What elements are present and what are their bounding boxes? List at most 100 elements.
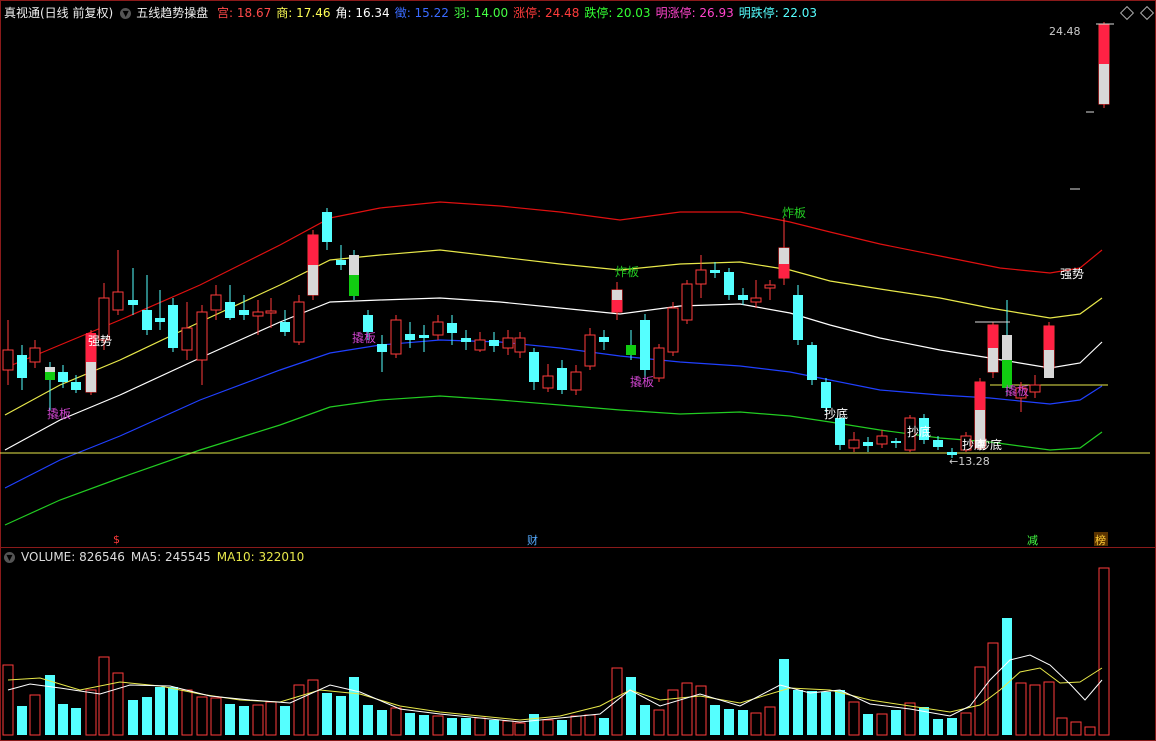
candle-body-39: [542, 375, 554, 389]
candle-body-9: [128, 300, 138, 305]
signal-bar-bottom-0: [86, 362, 96, 392]
volume-bar-3: [45, 675, 55, 735]
signal-bottom-4: 抄底: [978, 437, 1002, 452]
volume-bar-23: [322, 693, 332, 735]
volume-bar-70: [974, 666, 986, 736]
candle-body-16: [225, 302, 235, 318]
signal-board-2: 撬板: [352, 331, 376, 345]
volume-bar-33: [461, 718, 471, 735]
volume-bar-13: [181, 689, 193, 736]
marker-rank: 榜: [1095, 533, 1106, 547]
volume-bar-11: [155, 687, 165, 735]
candle-body-62: [863, 442, 873, 446]
volume-bar-25: [349, 677, 359, 735]
candle-body-43: [599, 337, 609, 342]
volume-bar-42: [584, 714, 596, 736]
candle-body-13: [181, 327, 193, 351]
volume-bar-53: [738, 710, 748, 735]
candle-body-57: [793, 295, 803, 340]
volume-bar-27: [377, 710, 387, 735]
candle-body-12: [168, 305, 178, 348]
signal-board-3: 撬板: [630, 375, 654, 389]
volume-bar-62: [863, 714, 873, 735]
candle-body-2: [29, 347, 41, 363]
candle-body-14: [196, 311, 208, 361]
signal-strong-1: 强势: [88, 334, 112, 348]
volume-bar-51: [710, 705, 720, 735]
candle-body-5: [71, 382, 81, 390]
candle-body-60: [835, 418, 845, 445]
candle-body-1: [17, 355, 27, 378]
volume-bar-31: [432, 715, 444, 736]
signal-bar-top-11: [45, 367, 55, 372]
signal-blast-1: 炸板: [615, 265, 639, 279]
candle-body-34: [474, 339, 486, 351]
signal-blast-2: 炸板: [782, 206, 806, 220]
volume-bar-50: [695, 685, 707, 736]
price-chart[interactable]: 24.48←13.28强势强势撬板撬板撬板撬板炸板炸板抄底抄底抄底抄底$ 财减榜: [0, 0, 1156, 741]
volume-bar-28: [390, 707, 402, 736]
signal-bar-bottom-2: [349, 275, 359, 296]
candle-body-23: [322, 212, 332, 242]
volume-bar-6: [85, 689, 97, 736]
volume-bar-2: [29, 694, 41, 736]
candle-body-19: [265, 310, 277, 314]
signal-board-1: 撬板: [47, 407, 71, 421]
volume-bar-30: [419, 715, 429, 735]
low-price-label: ←13.28: [949, 455, 990, 468]
volume-bar-22: [307, 679, 319, 736]
volume-bar-75: [1043, 681, 1055, 736]
volume-bar-46: [640, 705, 650, 735]
signal-bar-top-3: [612, 290, 622, 300]
candle-body-47: [653, 347, 665, 379]
volume-bar-5: [71, 708, 81, 735]
candle-body-32: [447, 323, 457, 333]
volume-bar-12: [168, 687, 178, 735]
signal-bar-top-9: [1044, 326, 1054, 350]
signal-bar-bottom-10: [1099, 64, 1109, 104]
candle-body-21: [293, 301, 305, 343]
volume-bar-32: [447, 718, 457, 735]
volume-bar-37: [514, 722, 526, 736]
marker-dollar: $: [113, 533, 120, 546]
volume-bar-60: [835, 690, 845, 735]
volume-bar-48: [667, 689, 679, 736]
volume-bar-68: [947, 718, 957, 735]
volume-bar-29: [405, 713, 415, 735]
volume-bar-58: [807, 691, 817, 735]
candle-body-30: [419, 335, 429, 338]
candle-body-67: [933, 440, 943, 447]
volume-bar-18: [252, 704, 264, 736]
volume-bar-4: [58, 704, 68, 735]
volume-bar-21: [293, 684, 305, 736]
candle-body-0: [2, 349, 14, 371]
volume-bar-41: [570, 715, 582, 736]
candle-body-40: [557, 368, 567, 390]
volume-dropdown-icon[interactable]: ▼: [4, 552, 15, 563]
signal-bottom-1: 抄底: [824, 406, 848, 421]
candle-body-48: [667, 307, 679, 353]
signal-bar-top-8: [1002, 335, 1012, 360]
ma10-label: MA10: 322010: [216, 550, 305, 564]
volume-bar-56: [779, 659, 789, 735]
volume-bar-57: [793, 690, 803, 735]
marker-reduce: 减: [1027, 534, 1038, 547]
signal-bar-4: [626, 345, 636, 355]
candle-body-51: [710, 270, 720, 273]
signal-bar-bottom-1: [308, 265, 318, 295]
volume-bar-0: [2, 664, 14, 736]
candle-body-26: [363, 315, 373, 332]
volume-bar-20: [280, 706, 290, 735]
volume-bar-43: [599, 718, 609, 735]
signal-board-4: 撬板: [1005, 384, 1029, 398]
volume-bar-24: [336, 696, 346, 735]
volume-bar-74: [1029, 684, 1041, 736]
candle-body-64: [891, 441, 901, 443]
volume-bar-63: [876, 713, 888, 736]
high-price-label: 24.48: [1049, 25, 1081, 38]
candle-body-10: [142, 310, 152, 330]
candle-body-41: [570, 371, 582, 391]
ma-line-4: [4, 395, 1103, 526]
volume-bar-67: [933, 719, 943, 735]
ma-line-3: [4, 339, 1103, 489]
